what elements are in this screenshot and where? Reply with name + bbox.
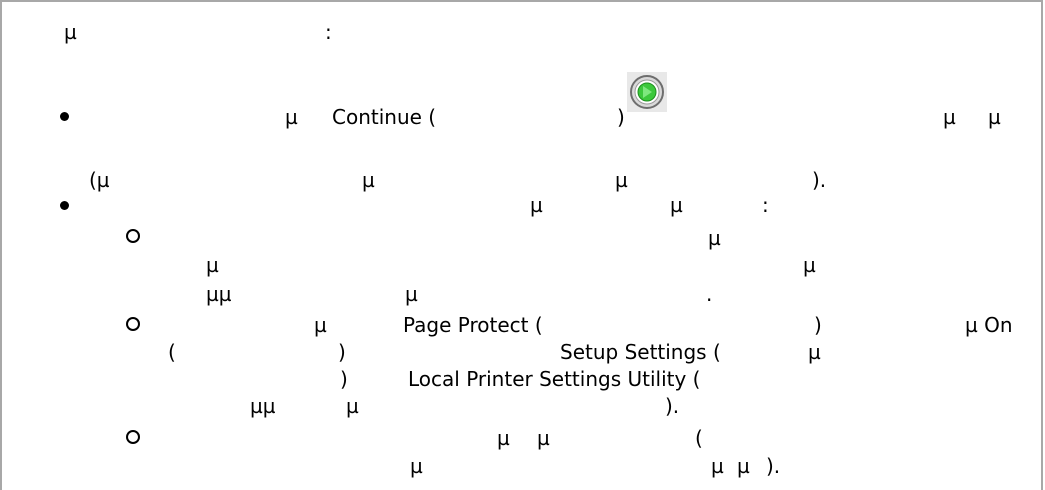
text-fragment: ). xyxy=(812,168,827,192)
text-fragment: µ xyxy=(670,193,683,217)
bullet-icon xyxy=(60,201,69,210)
text-fragment: µ xyxy=(615,168,628,192)
text-fragment: µ xyxy=(410,454,423,478)
text-fragment: µ xyxy=(405,282,418,306)
on-text: µ On xyxy=(965,313,1013,337)
page-protect-text: Page Protect ( xyxy=(403,313,543,337)
text-fragment: ( xyxy=(695,426,703,450)
text-fragment: ) xyxy=(340,367,348,391)
text-fragment: ) xyxy=(338,340,346,364)
bullet-icon xyxy=(60,112,69,121)
text-fragment: µ xyxy=(314,313,327,337)
text-fragment: ). xyxy=(766,454,781,478)
text-fragment: ( xyxy=(168,340,176,364)
text-fragment: µ xyxy=(346,394,359,418)
setup-settings-text: Setup Settings ( xyxy=(560,340,721,364)
text-fragment: µ xyxy=(808,340,821,364)
intro-colon: : xyxy=(325,20,332,44)
sub-bullet-icon xyxy=(126,229,140,243)
help-document: µ : µ Continue ( ) µ µ (µ µ µ ). µ µ : µ… xyxy=(0,0,1045,490)
text-fragment: : xyxy=(762,193,769,217)
text-fragment: µ xyxy=(206,253,219,277)
text-fragment: . xyxy=(706,282,713,306)
text-fragment: µ xyxy=(711,454,724,478)
text-fragment: µ xyxy=(285,105,298,129)
continue-button[interactable] xyxy=(627,72,667,112)
sub-bullet-icon xyxy=(126,317,140,331)
text-fragment: µ xyxy=(530,193,543,217)
sub-bullet-icon xyxy=(126,430,140,444)
text-fragment: µ xyxy=(803,253,816,277)
text-fragment: µ xyxy=(708,226,721,250)
text-fragment: µ xyxy=(943,105,956,129)
text-fragment: µ xyxy=(988,105,1001,129)
text-fragment: (µ xyxy=(89,168,110,192)
intro-glyph: µ xyxy=(64,20,77,44)
continue-icon xyxy=(630,75,664,109)
continue-phrase: Continue ( xyxy=(332,105,437,129)
local-utility-text: Local Printer Settings Utility ( xyxy=(408,367,701,391)
text-fragment: µ xyxy=(497,426,510,450)
text-fragment: µ xyxy=(737,454,750,478)
text-fragment: ) xyxy=(617,105,625,129)
text-fragment: µµ xyxy=(250,394,276,418)
text-fragment: µµ xyxy=(206,282,232,306)
text-fragment: ) xyxy=(814,313,822,337)
text-fragment: ). xyxy=(665,394,680,418)
text-fragment: µ xyxy=(362,168,375,192)
text-fragment: µ xyxy=(537,426,550,450)
